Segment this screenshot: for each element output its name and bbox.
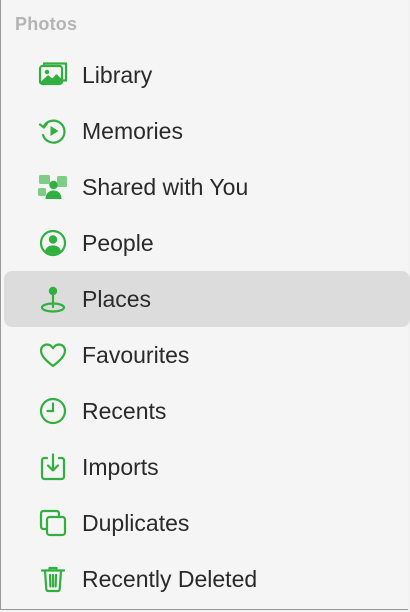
sidebar-item-recents[interactable]: Recents bbox=[1, 383, 408, 439]
sidebar-item-label: Library bbox=[82, 61, 153, 88]
sidebar-item-places[interactable]: Places bbox=[1, 271, 410, 327]
library-icon bbox=[36, 58, 70, 92]
people-icon bbox=[36, 226, 70, 260]
sidebar-list: Library Memories Shared with You People … bbox=[1, 47, 410, 607]
duplicates-icon bbox=[36, 506, 70, 540]
sidebar-item-label: People bbox=[82, 229, 154, 256]
sidebar-item-imports[interactable]: Imports bbox=[1, 439, 408, 495]
sidebar-item-label: Places bbox=[82, 285, 152, 312]
trash-icon bbox=[36, 562, 70, 596]
sidebar-item-label: Imports bbox=[82, 453, 159, 480]
sidebar-item-label: Recently Deleted bbox=[82, 565, 258, 592]
sidebar-item-label: Duplicates bbox=[82, 509, 190, 536]
sidebar-item-label: Memories bbox=[82, 117, 183, 144]
sidebar-item-memories[interactable]: Memories bbox=[1, 103, 408, 159]
sidebar-item-library[interactable]: Library bbox=[1, 47, 408, 103]
sidebar-item-duplicates[interactable]: Duplicates bbox=[1, 495, 408, 551]
clock-icon bbox=[36, 394, 70, 428]
sidebar-item-favourites[interactable]: Favourites bbox=[1, 327, 408, 383]
import-icon bbox=[36, 450, 70, 484]
sidebar-item-shared-with-you[interactable]: Shared with You bbox=[1, 159, 408, 215]
sidebar-item-people[interactable]: People bbox=[1, 215, 408, 271]
sidebar-item-label: Shared with You bbox=[82, 173, 249, 200]
shared-with-you-icon bbox=[36, 170, 70, 204]
heart-icon bbox=[36, 338, 70, 372]
sidebar-item-label: Favourites bbox=[82, 341, 190, 368]
places-icon bbox=[36, 282, 70, 316]
memories-icon bbox=[36, 114, 70, 148]
section-title: Photos bbox=[15, 14, 78, 34]
sidebar-item-recently-deleted[interactable]: Recently Deleted bbox=[1, 551, 408, 607]
sidebar-item-label: Recents bbox=[82, 397, 167, 424]
photos-sidebar: Photos Library Memories Shared with You … bbox=[0, 0, 410, 610]
